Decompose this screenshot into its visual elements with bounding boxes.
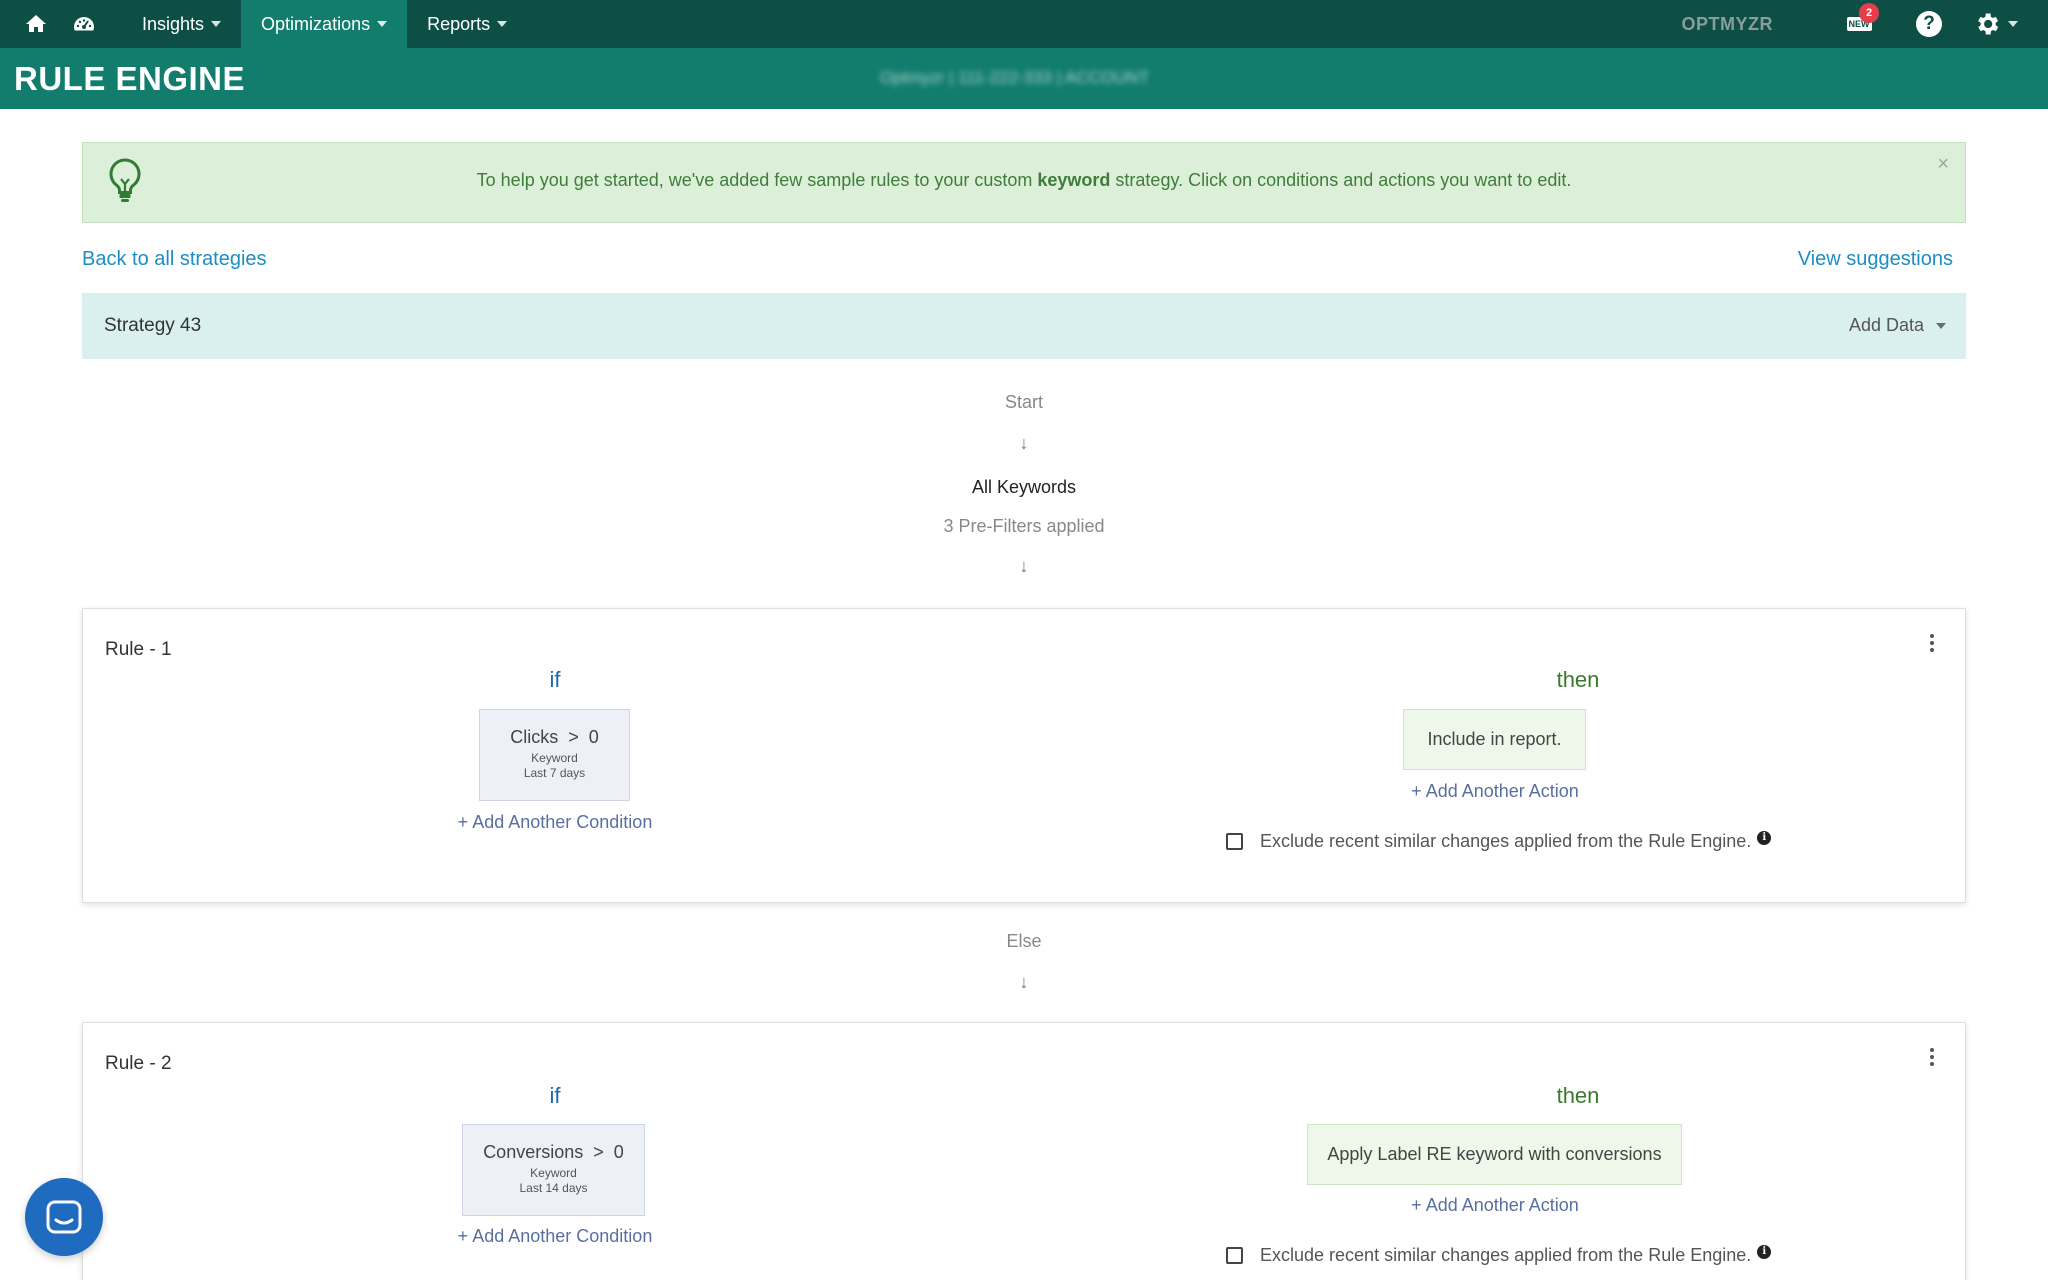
then-label: then xyxy=(1556,1083,1600,1108)
info-icon[interactable]: i xyxy=(1757,1244,1772,1259)
chat-icon xyxy=(46,1200,82,1234)
view-suggestions-link[interactable]: View suggestions xyxy=(1798,248,1953,271)
banner-text-after: strategy. Click on conditions and action… xyxy=(1110,170,1572,190)
rule-title: Rule - 2 xyxy=(105,1053,172,1074)
chat-launcher-button[interactable] xyxy=(25,1178,103,1256)
exclude-label: Exclude recent similar changes applied f… xyxy=(1260,1245,1752,1265)
flow-start: Start xyxy=(1004,392,1043,412)
more-options-icon[interactable] xyxy=(1927,1045,1937,1069)
condition-expression: Clicks > 0 xyxy=(480,727,629,748)
add-action-link[interactable]: + Add Another Action xyxy=(1345,781,1645,802)
condition-box[interactable]: Conversions > 0 Keyword Last 14 days xyxy=(462,1124,645,1216)
action-box[interactable]: Include in report. xyxy=(1403,709,1586,770)
account-selector[interactable]: Optmyzr | 111-222-333 | ACCOUNT xyxy=(880,68,1149,88)
arrow-down-icon: ↓ xyxy=(1019,433,1029,453)
gear-icon xyxy=(1978,13,1999,35)
back-to-strategies-link[interactable]: Back to all strategies xyxy=(82,248,267,271)
nav-optimizations-label: Optimizations xyxy=(261,13,371,34)
brand-logo: OPTMYZR xyxy=(1681,13,1773,34)
rule-card: Rule - 1 if then Clicks > 0 Keyword Last… xyxy=(82,608,1966,903)
then-label: then xyxy=(1556,667,1600,692)
nav-insights[interactable]: Insights xyxy=(122,0,241,48)
help-icon: ? xyxy=(1916,11,1942,37)
exclude-option: Exclude recent similar changes applied f… xyxy=(1226,1244,1772,1266)
dashboard-icon[interactable] xyxy=(60,0,108,48)
arrow-down-icon: ↓ xyxy=(1019,556,1029,576)
more-options-icon[interactable] xyxy=(1927,631,1937,655)
condition-operator: > xyxy=(593,1142,604,1162)
chevron-down-icon xyxy=(211,21,222,27)
add-action-link[interactable]: + Add Another Action xyxy=(1345,1195,1645,1216)
condition-level: Keyword xyxy=(530,1166,577,1180)
nav-reports[interactable]: Reports xyxy=(407,0,527,48)
banner-strategy-type: keyword xyxy=(1037,170,1111,190)
exclude-option: Exclude recent similar changes applied f… xyxy=(1226,830,1772,852)
add-data-label: Add Data xyxy=(1848,315,1924,335)
condition-range: Last 14 days xyxy=(519,1181,588,1195)
page-header: RULE ENGINE Optmyzr | 111-222-333 | ACCO… xyxy=(0,48,2048,109)
banner-text-before: To help you get started, we've added few… xyxy=(476,170,1038,190)
page-title: RULE ENGINE xyxy=(14,60,246,97)
condition-operator: > xyxy=(568,727,579,747)
chevron-down-icon xyxy=(377,21,388,27)
condition-level: Keyword xyxy=(531,751,578,765)
top-navbar: Insights Optimizations Reports OPTMYZR N… xyxy=(0,0,2048,48)
news-count-badge: 2 xyxy=(1859,3,1879,23)
add-condition-link[interactable]: + Add Another Condition xyxy=(405,1226,705,1247)
exclude-checkbox[interactable] xyxy=(1226,1247,1243,1264)
flow-scope[interactable]: All Keywords xyxy=(0,477,2048,498)
prefilters-count[interactable]: 3 Pre-Filters applied xyxy=(0,516,2048,537)
news-button[interactable]: NEW 2 xyxy=(1837,0,1881,48)
if-label: if xyxy=(549,667,561,692)
condition-range: Last 7 days xyxy=(523,766,586,780)
nav-reports-label: Reports xyxy=(427,13,491,34)
nav-optimizations[interactable]: Optimizations xyxy=(241,0,408,48)
exclude-label: Exclude recent similar changes applied f… xyxy=(1260,831,1752,851)
condition-value: 0 xyxy=(588,727,599,747)
close-icon[interactable]: × xyxy=(1937,153,1949,176)
chevron-down-icon xyxy=(2008,21,2018,27)
strategy-name[interactable]: Strategy 43 xyxy=(104,315,201,337)
settings-button[interactable] xyxy=(1973,10,2018,38)
home-icon[interactable] xyxy=(12,0,60,48)
condition-box[interactable]: Clicks > 0 Keyword Last 7 days xyxy=(479,709,630,801)
flow-else: Else xyxy=(1006,931,1042,951)
banner-message: To help you get started, we've added few… xyxy=(83,170,1965,191)
condition-metric: Conversions xyxy=(483,1142,584,1162)
rule-card: Rule - 2 if then Conversions > 0 Keyword… xyxy=(82,1022,1966,1280)
condition-value: 0 xyxy=(613,1142,624,1162)
add-condition-link[interactable]: + Add Another Condition xyxy=(405,812,705,833)
exclude-checkbox[interactable] xyxy=(1226,833,1243,850)
chevron-down-icon xyxy=(1936,322,1946,329)
strategy-header: Strategy 43 Add Data xyxy=(82,293,1966,359)
info-icon[interactable]: i xyxy=(1757,830,1772,845)
arrow-down-icon: ↓ xyxy=(1019,972,1029,992)
condition-expression: Conversions > 0 xyxy=(463,1142,644,1163)
condition-metric: Clicks xyxy=(510,727,559,747)
if-label: if xyxy=(549,1083,561,1108)
add-data-dropdown[interactable]: Add Data xyxy=(1849,315,1946,336)
rule-title: Rule - 1 xyxy=(105,639,172,660)
action-box[interactable]: Apply Label RE keyword with conversions xyxy=(1307,1124,1682,1185)
nav-insights-label: Insights xyxy=(142,13,205,34)
help-button[interactable]: ? xyxy=(1905,0,1953,48)
info-banner: To help you get started, we've added few… xyxy=(82,142,1966,223)
chevron-down-icon xyxy=(497,21,508,27)
